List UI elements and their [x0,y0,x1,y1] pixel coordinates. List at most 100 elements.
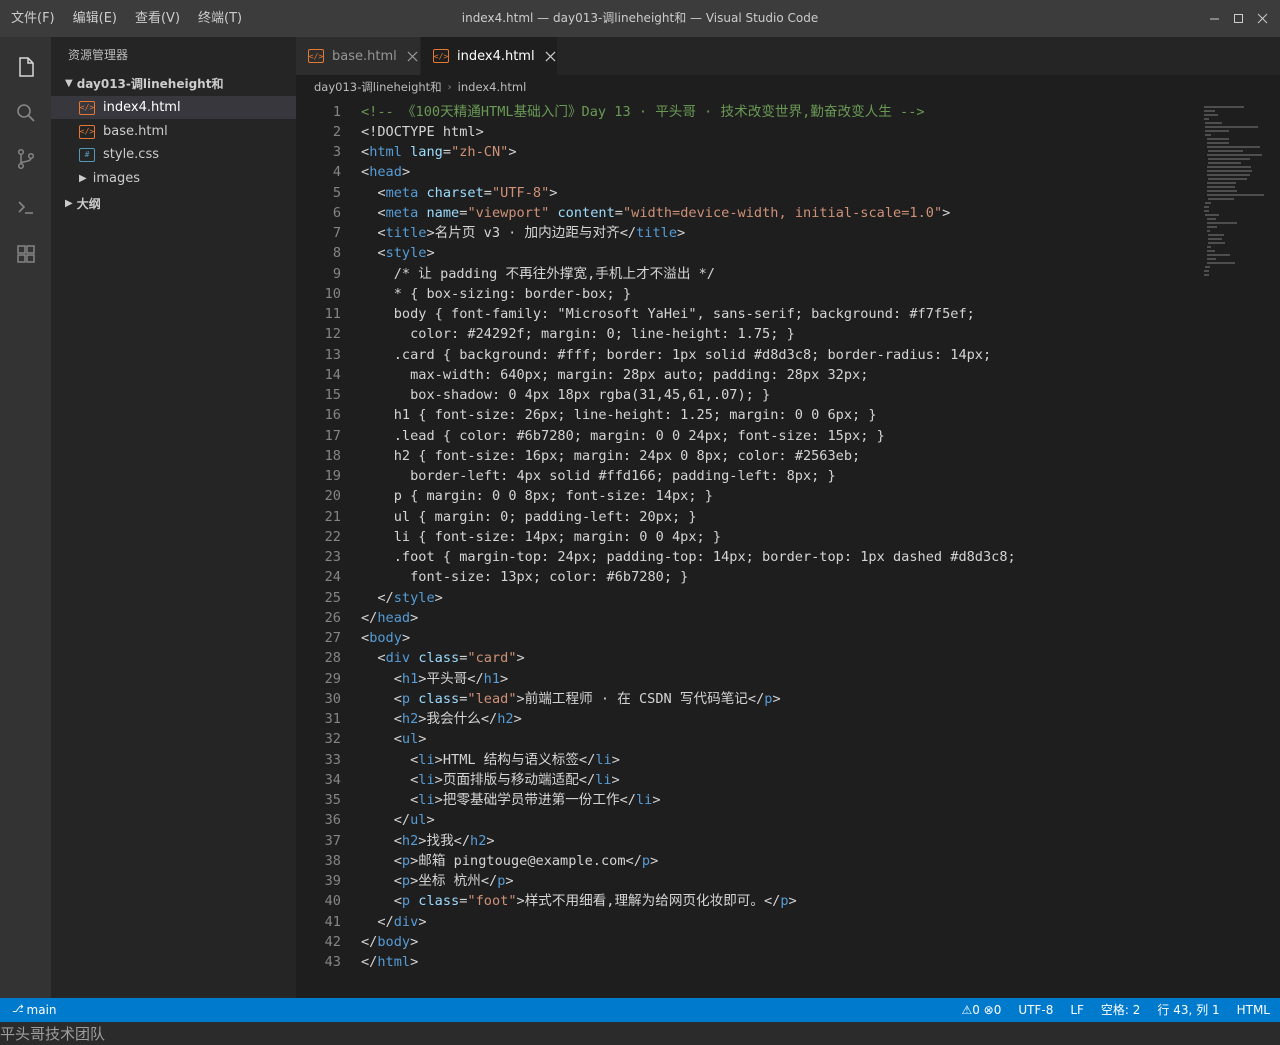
code-line[interactable]: 40 <p class="foot">样式不用细看,理解为给网页化妆即可。</p… [296,891,1201,911]
indent-indicator[interactable]: 空格: 2 [1101,998,1141,1022]
token-str: "foot" [467,893,517,910]
close-tab-button[interactable] [544,49,557,63]
token-tag: style [385,245,427,262]
code-line[interactable]: 35 <li>把零基础学员带进第一份工作</li> [296,790,1201,810]
problems-indicator[interactable]: ⚠0 ⊗0 [961,998,1001,1022]
code-line[interactable]: 3 <html lang="zh-CN"> [296,142,1201,162]
token-tag: body [377,933,411,950]
code-line[interactable]: 36 </ul> [296,810,1201,830]
tab-base-html[interactable]: </> base.html [296,37,420,75]
code-line[interactable]: 26 </head> [296,608,1201,628]
cursor-position[interactable]: 行 43, 列 1 [1157,998,1219,1022]
token-tag: title [385,225,427,241]
code-line[interactable]: 6 <meta name="viewport" content="width=d… [296,203,1201,223]
code-line[interactable]: 28 <div class="card"> [296,648,1201,668]
code-line[interactable]: 41 </div> [296,912,1201,932]
explorer-sidebar: 资源管理器 ▼ day013-调lineheight和 </> index4.h… [51,37,296,998]
code-line[interactable]: 39 <p>坐标 杭州</p> [296,871,1201,891]
token-tag: html [369,144,402,160]
code-line[interactable]: 10 * { box-sizing: border-box; } [296,284,1201,304]
breadcrumb-folder[interactable]: day013-调lineheight和 [314,79,442,95]
code-line[interactable]: 43 </html> [296,952,1201,972]
close-window-button[interactable] [1250,0,1274,37]
line-number: 7 [332,225,341,241]
folder-day013[interactable]: ▼ day013-调lineheight和 [51,72,296,94]
source-control-button[interactable] [0,136,51,182]
code-line[interactable]: 25 </style> [296,588,1201,608]
code-line[interactable]: 27 <body> [296,628,1201,648]
code-line[interactable]: 24 font-size: 13px; color: #6b7280; } [296,567,1201,587]
code-line[interactable]: 29 <h1>平头哥</h1> [296,669,1201,689]
minimize-button[interactable] [1202,0,1226,37]
maximize-button[interactable] [1226,0,1250,37]
token-text: < [361,690,402,707]
eol-indicator[interactable]: LF [1070,998,1084,1022]
explorer-button[interactable] [0,44,51,90]
line-number: 17 [324,427,341,444]
code-editor[interactable]: 1 <!-- 《100天精通HTML基础入门》Day 13 · 平头哥 · 技术改… [296,98,1201,998]
file-base-html[interactable]: </> base.html [51,120,296,143]
code-line[interactable]: 7 <title>名片页 v3 · 加内边距与对齐</title> [296,223,1201,243]
menu-terminal[interactable]: 终端(T) [187,0,249,37]
minimap[interactable] [1201,98,1280,998]
code-line[interactable]: 18 h2 { font-size: 16px; margin: 24px 0 … [296,446,1201,466]
line-number: 19 [324,468,341,484]
language-mode[interactable]: HTML [1237,998,1270,1022]
code-line[interactable]: 30 <p class="lead">前端工程师 · 在 CSDN 写代码笔记<… [296,689,1201,709]
code-line[interactable]: 23 .foot { margin-top: 24px; padding-top… [296,547,1201,567]
code-line[interactable]: 1 <!-- 《100天精通HTML基础入门》Day 13 · 平头哥 · 技术改… [296,102,1201,122]
code-line[interactable]: 4 <head> [296,162,1201,182]
code-line[interactable]: 38 <p>邮箱 pingtouge@example.com</p> [296,851,1201,871]
code-text: /* 让 padding 不再往外撑宽,手机上才不溢出 */ [361,264,715,284]
code-line[interactable]: 2 <!DOCTYPE html> [296,122,1201,142]
minimap-line [1205,266,1210,268]
breadcrumb-file[interactable]: index4.html [458,80,527,94]
code-line[interactable]: 42 </body> [296,932,1201,952]
extensions-button[interactable] [0,231,51,277]
line-number: 5 [332,184,341,201]
menu-view[interactable]: 查看(V) [124,0,187,37]
code-line[interactable]: 34 <li>页面排版与移动端适配</li> [296,770,1201,790]
code-text: <p class="foot">样式不用细看,理解为给网页化妆即可。</p> [361,891,797,911]
code-line[interactable]: 19 border-left: 4px solid #ffd166; paddi… [296,466,1201,486]
code-line[interactable]: 12 color: #24292f; margin: 0; line-heigh… [296,324,1201,344]
terminal-button[interactable] [0,184,51,230]
code-line[interactable]: 15 box-shadow: 0 4px 18px rgba(31,45,61,… [296,385,1201,405]
token-text: < [361,711,402,727]
code-line[interactable]: 11 body { font-family: "Microsoft YaHei"… [296,304,1201,324]
code-line[interactable]: 21 ul { margin: 0; padding-left: 20px; } [296,507,1201,527]
file-style-css[interactable]: # style.css [51,143,296,166]
outline-section[interactable]: ▶ 大纲 [51,192,296,215]
code-line[interactable]: 9 /* 让 padding 不再往外撑宽,手机上才不溢出 */ [296,264,1201,284]
minimap-line [1205,122,1222,124]
code-line[interactable]: 5 <meta charset="UTF-8"> [296,183,1201,203]
code-line[interactable]: 14 max-width: 640px; margin: 28px auto; … [296,365,1201,385]
branch-indicator[interactable]: ⎇ main [12,998,57,1022]
token-text: > [401,630,411,646]
close-tab-button[interactable] [406,49,420,63]
token-text: font-size: 13px; color: #6b7280; } [361,569,689,586]
encoding-indicator[interactable]: UTF-8 [1018,998,1053,1022]
file-index4-html[interactable]: </> index4.html [51,96,296,119]
code-line[interactable]: 32 <ul> [296,729,1201,749]
code-text: .card { background: #fff; border: 1px so… [361,345,991,365]
menu-edit[interactable]: 编辑(E) [62,0,124,37]
code-line[interactable]: 20 p { margin: 0 0 8px; font-size: 14px;… [296,486,1201,506]
code-line[interactable]: 16 h1 { font-size: 26px; line-height: 1.… [296,405,1201,425]
code-line[interactable]: 8 <style> [296,243,1201,263]
code-line[interactable]: 33 <li>HTML 结构与语义标签</li> [296,750,1201,770]
minimap-line [1206,166,1252,168]
code-line[interactable]: 13 .card { background: #fff; border: 1px… [296,345,1201,365]
line-number: 37 [324,832,341,849]
menu-file[interactable]: 文件(F) [0,0,62,37]
code-line[interactable]: 17 .lead { color: #6b7280; margin: 0 0 2… [296,426,1201,446]
tab-index4-html[interactable]: </> index4.html [421,37,557,75]
minimap-line [1204,206,1210,208]
code-line[interactable]: 22 li { font-size: 14px; margin: 0 0 4px… [296,527,1201,547]
code-line[interactable]: 37 <h2>找我</h2> [296,831,1201,851]
folder-images[interactable]: ▶ images [51,167,296,190]
search-button[interactable] [0,90,51,136]
minimap-line [1204,114,1219,116]
minimap-line [1206,258,1216,260]
code-line[interactable]: 31 <h2>我会什么</h2> [296,709,1201,729]
